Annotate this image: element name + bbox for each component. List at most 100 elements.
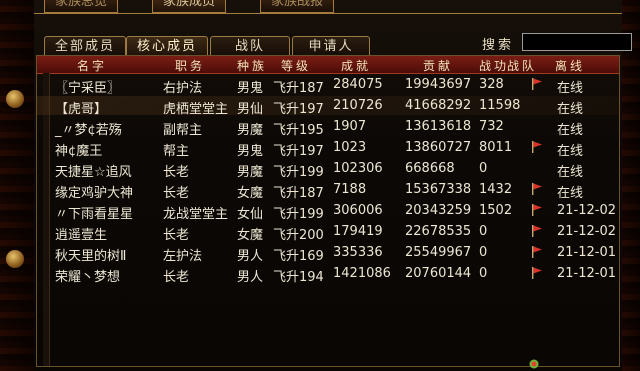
member-achievement: 306006	[333, 203, 383, 218]
member-merit: 0	[479, 161, 488, 176]
member-offline: 在线	[557, 123, 584, 138]
member-achievement: 210726	[333, 98, 383, 113]
team-flag-icon	[532, 78, 542, 90]
list-header: 名字 职务 种族 等级 成就 贡献 战功 战队 离线	[37, 56, 619, 74]
member-role: 长老	[163, 228, 190, 243]
team-flag-icon	[532, 246, 542, 258]
member-offline: 21-12-01	[557, 266, 617, 281]
member-contribution: 668668	[405, 161, 455, 176]
family-panel: 家族总览 家族成员 家族战报 全部成员 核心成员 战队 申请人 搜索 名字 职务…	[34, 0, 632, 371]
column-header-role[interactable]: 职务	[175, 57, 205, 74]
member-row[interactable]: 秋天里的树Ⅱ 左护法 男人 飞升169 335336 25549967 0 21-12-01	[37, 243, 619, 264]
member-merit: 1432	[479, 182, 513, 197]
scroll-border-right	[620, 0, 640, 371]
tab-applicants[interactable]: 申请人	[292, 36, 370, 57]
column-header-team[interactable]: 战队	[507, 57, 537, 74]
member-row[interactable]: 天捷星☆追风 长老 男魔 飞升199 102306 668668 0 在线	[37, 159, 619, 180]
member-level: 飞升169	[273, 249, 324, 264]
tab-all-members[interactable]: 全部成员	[44, 36, 126, 57]
member-merit: 1502	[479, 203, 513, 218]
member-merit: 328	[479, 77, 504, 92]
column-header-race[interactable]: 种族	[237, 57, 267, 74]
member-row[interactable]: 〃下雨看星星 龙战堂堂主 女仙 飞升199 306006 20343259 1502 21-1…	[37, 201, 619, 222]
column-header-achievement[interactable]: 成就	[341, 57, 371, 74]
member-row[interactable]: _〃梦¢若殇 副帮主 男魔 飞升195 1907 13613618 732 在线	[37, 117, 619, 138]
member-achievement: 102306	[333, 161, 383, 176]
member-role: 帮主	[163, 144, 190, 159]
tab-family-overview[interactable]: 家族总览	[44, 0, 119, 13]
team-flag-icon	[532, 204, 542, 216]
member-row[interactable]: 缘定鸡驴大神 长老 女魔 飞升187 7188 15367338 1432 在线	[37, 180, 619, 201]
team-flag-icon	[532, 141, 542, 153]
member-name: 荣耀丶梦想	[55, 270, 121, 285]
search-label: 搜索	[482, 38, 515, 53]
member-race: 男鬼	[237, 144, 264, 159]
member-achievement: 1023	[333, 140, 367, 155]
member-contribution: 41668292	[405, 98, 472, 113]
team-flag-icon	[532, 225, 542, 237]
member-role: 虎栖堂堂主	[163, 102, 229, 117]
member-offline: 在线	[557, 144, 584, 159]
member-contribution: 15367338	[405, 182, 472, 197]
member-row[interactable]: 荣耀丶梦想 长老 男人 飞升194 1421086 20760144 0 21-12-01	[37, 264, 619, 285]
column-header-level[interactable]: 等级	[281, 57, 311, 74]
member-name: 缘定鸡驴大神	[55, 186, 134, 201]
member-name: 神¢魔王	[55, 144, 103, 159]
member-merit: 8011	[479, 140, 513, 155]
column-header-merit[interactable]: 战功	[479, 57, 509, 74]
column-header-offline[interactable]: 离线	[555, 57, 585, 74]
member-row[interactable]: 神¢魔王 帮主 男鬼 飞升197 1023 13860727 8011 在线	[37, 138, 619, 159]
member-name: 逍遥壹生	[55, 228, 108, 243]
member-role: 长老	[163, 270, 190, 285]
tab-divider	[34, 13, 622, 14]
member-name: 【虎哥】	[55, 102, 108, 117]
column-header-contribution[interactable]: 贡献	[423, 57, 453, 74]
member-offline: 在线	[557, 165, 584, 180]
member-achievement: 1421086	[333, 266, 391, 281]
member-race: 女仙	[237, 207, 264, 222]
member-contribution: 20760144	[405, 266, 472, 281]
main-tab-bar: 家族总览 家族成员 家族战报	[34, 0, 622, 14]
member-contribution: 19943697	[405, 77, 472, 92]
member-race: 男魔	[237, 123, 264, 138]
member-level: 飞升197	[273, 144, 324, 159]
member-contribution: 25549967	[405, 245, 472, 260]
member-role: 副帮主	[163, 123, 203, 138]
member-merit: 0	[479, 266, 488, 281]
tab-family-members[interactable]: 家族成员	[152, 0, 227, 13]
member-achievement: 179419	[333, 224, 383, 239]
member-role: 龙战堂堂主	[163, 207, 229, 222]
tab-team[interactable]: 战队	[210, 36, 290, 57]
apple-logo-icon	[529, 359, 539, 369]
member-level: 飞升199	[273, 165, 324, 180]
member-name: _〃梦¢若殇	[55, 123, 122, 138]
member-row[interactable]: 【虎哥】 虎栖堂堂主 男仙 飞升197 210726 41668292 11598 在线	[37, 96, 619, 117]
tab-core-members[interactable]: 核心成员	[126, 36, 208, 57]
member-race: 男魔	[237, 165, 264, 180]
search-input[interactable]	[522, 33, 632, 51]
member-row[interactable]: 〖宁采臣〗 右护法 男鬼 飞升187 284075 19943697 328 在线	[37, 75, 619, 96]
member-offline: 在线	[557, 81, 584, 96]
member-contribution: 20343259	[405, 203, 472, 218]
column-header-name[interactable]: 名字	[77, 57, 107, 74]
member-level: 飞升200	[273, 228, 324, 243]
member-offline: 在线	[557, 186, 584, 201]
member-role: 右护法	[163, 81, 203, 96]
scroll-border-left	[0, 0, 36, 371]
team-flag-icon	[532, 267, 542, 279]
member-race: 女魔	[237, 186, 264, 201]
member-name: 〃下雨看星星	[55, 207, 134, 222]
member-name: 〖宁采臣〗	[55, 81, 121, 96]
member-level: 飞升187	[273, 186, 324, 201]
member-name: 天捷星☆追风	[55, 165, 132, 180]
team-flag-icon	[532, 183, 542, 195]
member-level: 飞升187	[273, 81, 324, 96]
ornament-icon	[6, 90, 24, 108]
member-race: 男人	[237, 249, 264, 264]
member-contribution: 22678535	[405, 224, 472, 239]
member-name: 秋天里的树Ⅱ	[55, 249, 127, 264]
member-achievement: 1907	[333, 119, 367, 134]
member-row[interactable]: 逍遥壹生 长老 女魔 飞升200 179419 22678535 0 21-12-02	[37, 222, 619, 243]
tab-family-battle-report[interactable]: 家族战报	[260, 0, 335, 13]
member-merit: 732	[479, 119, 504, 134]
